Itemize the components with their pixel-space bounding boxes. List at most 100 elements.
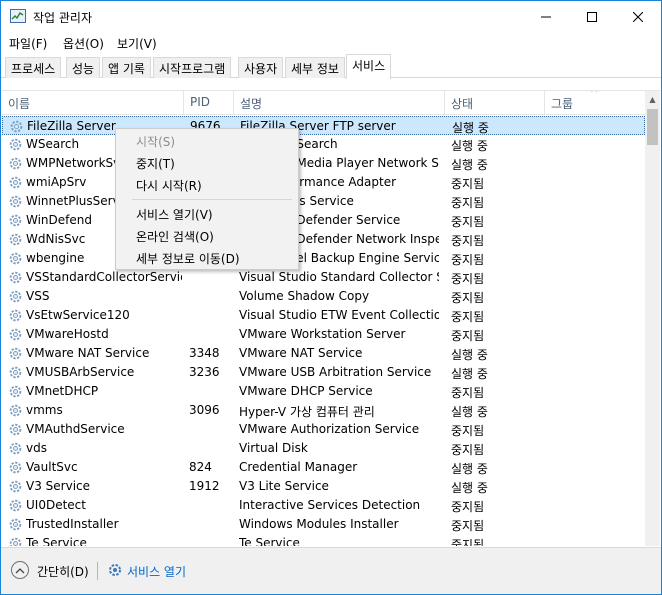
table-row[interactable]: wbengine Block Level Backup Engine Servic… [2, 249, 645, 268]
service-pid: 3096 [189, 403, 220, 417]
service-name: VaultSvc [26, 460, 78, 474]
title-bar[interactable]: 작업 관리자 [1, 1, 661, 32]
service-gear-icon [8, 441, 23, 456]
minimize-icon [541, 16, 551, 17]
service-status: 중지됨 [451, 196, 485, 210]
close-button[interactable] [615, 1, 661, 32]
service-name: VsEtwService120 [26, 308, 130, 322]
scrollbar-thumb[interactable] [647, 109, 658, 145]
table-row[interactable]: vds Virtual Disk 중지됨 [2, 439, 645, 458]
column-pid[interactable]: PID [184, 91, 234, 115]
services-gear-icon [107, 562, 123, 581]
table-row[interactable]: UI0Detect Interactive Services Detection 중… [2, 496, 645, 515]
service-gear-icon [8, 422, 23, 437]
service-gear-icon [8, 517, 23, 532]
service-name: vmms [26, 403, 63, 417]
service-status: 중지됨 [451, 386, 485, 400]
service-name: UI0Detect [26, 498, 86, 512]
service-description: VMware DHCP Service [239, 384, 373, 398]
service-description: Te Service [239, 536, 300, 546]
service-name: VSS [26, 289, 50, 303]
service-gear-icon [8, 536, 23, 546]
ctx-restart[interactable]: 다시 시작(R) [136, 177, 202, 194]
menu-view[interactable]: 보기(V) [117, 35, 157, 52]
tab-details[interactable]: 세부 정보 [285, 57, 345, 78]
service-description: Windows Modules Installer [239, 517, 399, 531]
table-row[interactable]: VMAuthdService VMware Authorization Servi… [2, 420, 645, 439]
ctx-start: 시작(S) [136, 135, 176, 149]
table-row[interactable]: TrustedInstaller Windows Modules Installe… [2, 515, 645, 534]
service-gear-icon [8, 175, 23, 190]
service-gear-icon [8, 365, 23, 380]
ctx-stop[interactable]: 중지(T) [136, 155, 175, 172]
service-gear-icon [8, 194, 23, 209]
table-row[interactable]: WdNisSvc Windows Defender Network Inspe..… [2, 230, 645, 249]
table-row[interactable]: vmms 3096 Hyper-V 가상 컴퓨터 관리 실행 중 [2, 401, 645, 420]
service-gear-icon [8, 213, 23, 228]
service-status: 중지됨 [451, 519, 485, 533]
minimize-button[interactable] [523, 1, 569, 32]
collapse-chevron-up-icon[interactable] [11, 561, 29, 579]
table-row[interactable]: FileZilla Server 9676 FileZilla Server FTP… [2, 116, 645, 135]
table-row[interactable]: VMnetDHCP VMware DHCP Service 중지됨 [2, 382, 645, 401]
table-row[interactable]: VsEtwService120 Visual Studio ETW Event C… [2, 306, 645, 325]
ctx-open-services[interactable]: 서비스 열기(V) [136, 206, 213, 223]
service-status: 중지됨 [451, 538, 485, 546]
table-row[interactable]: WinnetPlusServiceWinnetPlus Service중지됨 [2, 192, 645, 211]
ctx-separator [132, 199, 292, 200]
column-status[interactable]: 상태 [445, 91, 545, 115]
open-services-link[interactable]: 서비스 열기 [127, 563, 186, 580]
tab-services[interactable]: 서비스 [346, 54, 392, 79]
table-row[interactable]: VMUSBArbService 3236 VMware USB Arbitratio… [2, 363, 645, 382]
service-name: vds [26, 441, 47, 455]
menu-bar: 파일(F) 옵션(O) 보기(V) [1, 32, 661, 53]
service-name: VMAuthdService [26, 422, 125, 436]
table-row[interactable]: Te Service Te Service 중지됨 [2, 534, 645, 546]
service-description: Hyper-V 가상 컴퓨터 관리 [239, 405, 375, 419]
service-status: 실행 중 [451, 348, 488, 362]
table-row[interactable]: WMPNetworkSvc Windows Media Player Networ… [2, 154, 645, 173]
tab-startup[interactable]: 시작프로그램 [153, 57, 232, 78]
service-gear-icon [8, 346, 23, 361]
service-name: VMwareHostd [26, 327, 109, 341]
table-row[interactable]: VaultSvc 824 Credential Manager 실행 중 [2, 458, 645, 477]
collapse-button[interactable]: 간단히(D) [37, 563, 89, 580]
tab-performance[interactable]: 성능 [66, 57, 101, 78]
table-row[interactable]: WinDefend Windows Defender Service 중지됨 [2, 211, 645, 230]
column-header: 이름 PID 설명 상태 그룹 ^ [2, 91, 645, 115]
table-row[interactable]: wmiApSrv WMI Performance Adapter 중지됨 [2, 173, 645, 192]
tab-users[interactable]: 사용자 [238, 57, 284, 78]
scroll-up-arrow-icon[interactable]: ▲ [645, 91, 660, 108]
ctx-search-online[interactable]: 온라인 검색(O) [136, 228, 214, 245]
service-status: 중지됨 [451, 443, 485, 457]
column-name[interactable]: 이름 [2, 91, 184, 115]
service-description: Volume Shadow Copy [239, 289, 370, 303]
vertical-scrollbar[interactable]: ▲ [645, 91, 660, 546]
menu-file[interactable]: 파일(F) [9, 35, 47, 52]
service-gear-icon [8, 498, 23, 513]
services-list: 이름 PID 설명 상태 그룹 ^ FileZilla Server 9676 Fi… [2, 90, 660, 546]
table-row[interactable]: VSS Volume Shadow Copy 중지됨 [2, 287, 645, 306]
service-pid: 824 [189, 460, 212, 474]
service-name: VMnetDHCP [26, 384, 99, 398]
table-row[interactable]: WSearchWindows Search실행 중 [2, 135, 645, 154]
service-pid: 3236 [189, 365, 220, 379]
table-row[interactable]: VSStandardCollectorService150 Visual Stud… [2, 268, 645, 287]
service-gear-icon [8, 403, 23, 418]
column-description[interactable]: 설명 [234, 91, 445, 115]
table-row[interactable]: V3 Service 1912 V3 Lite Service 실행 중 [2, 477, 645, 496]
service-status: 중지됨 [451, 234, 485, 248]
service-status: 중지됨 [451, 329, 485, 343]
tab-processes[interactable]: 프로세스 [5, 57, 62, 78]
tab-app-history[interactable]: 앱 기록 [102, 57, 151, 78]
maximize-button[interactable] [569, 1, 615, 32]
service-name: TrustedInstaller [26, 517, 119, 531]
table-row[interactable]: VMwareHostd VMware Workstation Server 중지됨 [2, 325, 645, 344]
service-status: 중지됨 [451, 272, 485, 286]
sort-arrow-icon: ^ [590, 90, 599, 99]
ctx-go-to-details[interactable]: 세부 정보로 이동(D) [136, 250, 240, 267]
menu-options[interactable]: 옵션(O) [63, 35, 104, 52]
service-description: VMware USB Arbitration Service [239, 365, 432, 379]
service-name: V3 Service [26, 479, 91, 493]
table-row[interactable]: VMware NAT Service 3348 VMware NAT Service… [2, 344, 645, 363]
